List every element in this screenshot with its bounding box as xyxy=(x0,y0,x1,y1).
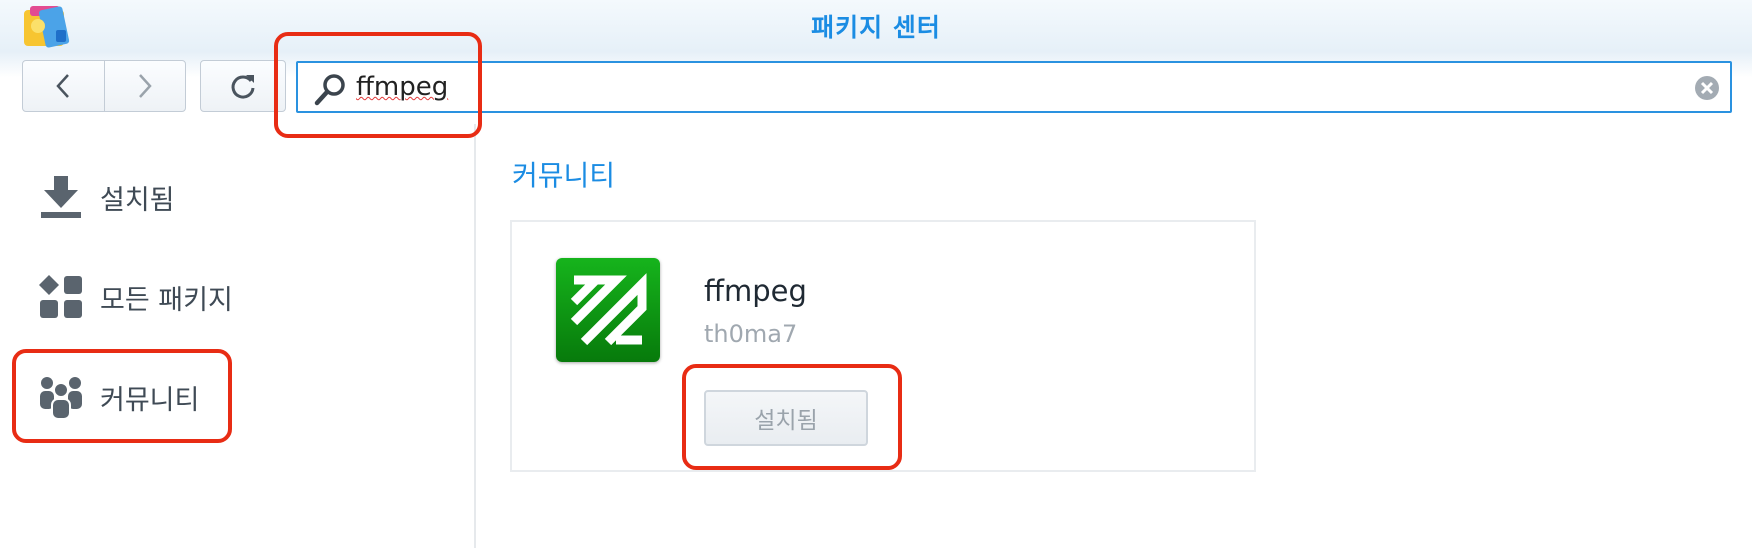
window-title: 패키지 센터 xyxy=(811,13,941,42)
section-title: 커뮤니티 xyxy=(512,159,616,192)
package-card[interactable]: ffmpeg th0ma7 설치됨 xyxy=(510,220,1256,472)
search-input[interactable] xyxy=(356,69,1656,105)
back-button[interactable] xyxy=(23,61,104,111)
history-nav-group xyxy=(22,60,186,112)
chevron-right-icon xyxy=(138,74,152,98)
sidebar-item-installed[interactable]: 설치됨 xyxy=(38,169,175,225)
chevron-left-icon xyxy=(56,74,70,98)
forward-button[interactable] xyxy=(103,61,186,111)
sidebar-item-label: 커뮤니티 xyxy=(100,384,200,416)
toolbar xyxy=(0,52,1752,124)
refresh-button[interactable] xyxy=(200,60,286,112)
grid-shapes-icon xyxy=(39,275,82,318)
title-bar: 패키지 센터 xyxy=(0,0,1752,52)
refresh-icon xyxy=(231,75,255,99)
clear-circle-icon[interactable] xyxy=(1694,75,1720,101)
package-author: th0ma7 xyxy=(704,320,798,348)
people-icon xyxy=(40,377,82,420)
ffmpeg-logo-icon xyxy=(556,258,660,362)
sidebar-item-label: 모든 패키지 xyxy=(100,284,233,316)
download-tray-icon xyxy=(41,176,81,218)
sidebar-item-community[interactable]: 커뮤니티 xyxy=(38,369,199,425)
sidebar-item-label: 설치됨 xyxy=(100,184,175,216)
search-box[interactable] xyxy=(296,61,1732,113)
installed-button[interactable]: 설치됨 xyxy=(704,390,868,446)
search-icon xyxy=(314,74,345,106)
sidebar-item-all-packages[interactable]: 모든 패키지 xyxy=(38,269,233,325)
package-name: ffmpeg xyxy=(704,274,807,308)
